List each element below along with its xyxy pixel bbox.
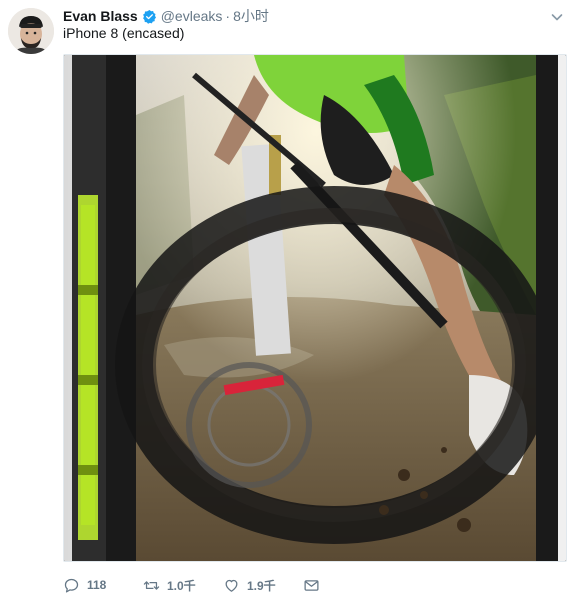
tweet-text: iPhone 8 (encased) [63,25,185,41]
author-handle[interactable]: @evleaks [161,8,223,24]
like-count: 1.9千 [247,578,276,593]
separator-dot: · [225,8,231,24]
heart-icon [225,579,238,592]
tweet-header: Evan Blass @evleaks · 8小时 [63,6,269,26]
tweet-media-photo[interactable] [63,54,567,562]
direct-message-button[interactable] [303,577,327,594]
reply-button[interactable]: 118 [63,577,143,594]
photo-icon [64,55,566,561]
like-button[interactable]: 1.9千 [223,577,303,594]
author-name[interactable]: Evan Blass [63,8,138,24]
chevron-down-icon[interactable] [549,9,565,25]
avatar[interactable] [8,8,54,54]
person-avatar-icon [8,8,54,54]
envelope-icon [304,579,319,591]
verified-badge-icon [142,9,157,24]
tweet-timestamp[interactable]: 8小时 [233,6,269,26]
retweet-count: 1.0千 [167,578,196,593]
reply-icon [64,578,79,593]
tweet-actions: 118 1.0千 1.9千 [63,574,327,596]
tweet-card[interactable]: Evan Blass @evleaks · 8小时 iPhone 8 (enca… [0,0,574,601]
retweet-button[interactable]: 1.0千 [143,577,223,594]
retweet-icon [143,580,160,590]
reply-count: 118 [87,578,107,592]
